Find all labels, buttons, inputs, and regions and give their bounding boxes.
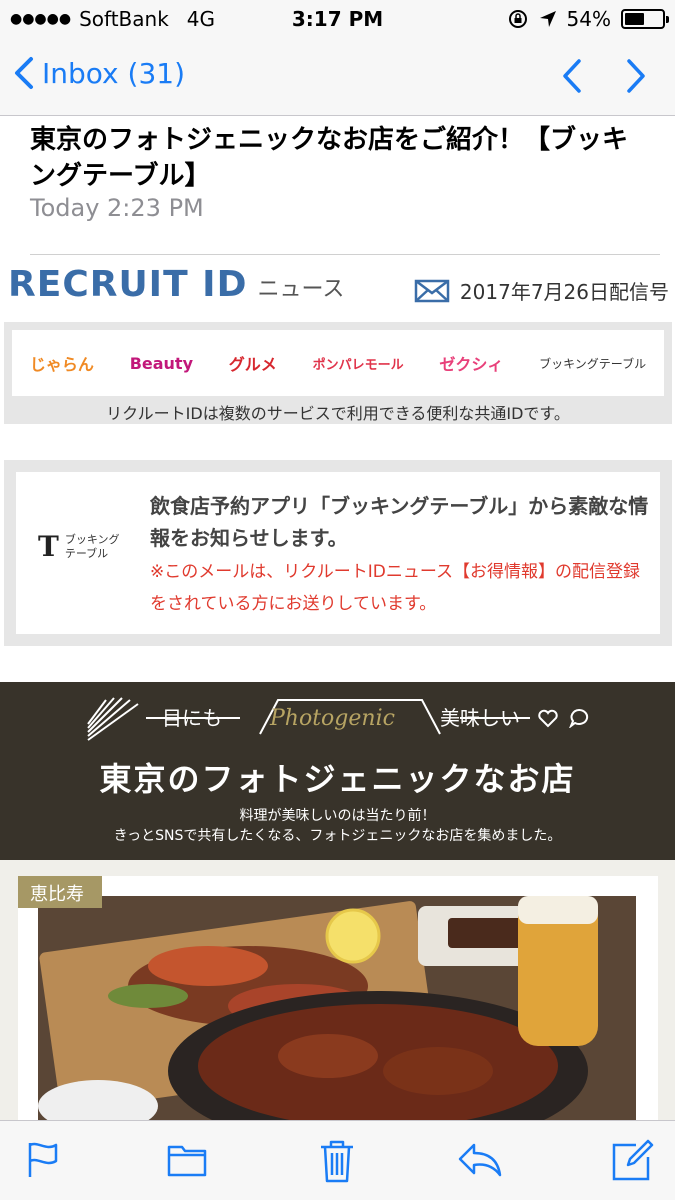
service-ponpare[interactable]: ポンパレモール xyxy=(313,354,404,373)
header-divider xyxy=(30,254,660,255)
service-beauty[interactable]: Beauty xyxy=(130,354,193,373)
food-photo-illustration xyxy=(38,896,636,1120)
banner-photogenic: Photogenic xyxy=(270,706,395,731)
recruit-id-logo[interactable]: RECRUIT ID ニュース xyxy=(8,264,344,305)
status-bar: ●●●●● SoftBank 4G 3:17 PM 54% xyxy=(0,0,675,40)
service-gourmet[interactable]: グルメ xyxy=(229,351,277,375)
intro-note: ※このメールは、リクルートIDニュース【お得情報】の配信登録をされている方にお送… xyxy=(150,562,640,614)
brand-name: RECRUIT ID xyxy=(8,264,248,305)
back-to-inbox-button[interactable]: Inbox (31) xyxy=(14,56,185,90)
banner-title: 東京のフォトジェニックなお店 xyxy=(99,760,576,798)
intro-panel: T ブッキング テーブル 飲食店予約アプリ「ブッキングテーブル」から素敵な情報を… xyxy=(4,460,672,646)
email-subject: 東京のフォトジェニックなお店をご紹介！【ブッキングテーブル】 xyxy=(30,125,629,191)
folder-icon[interactable] xyxy=(166,1139,208,1179)
nav-bar: Inbox (31) xyxy=(0,40,675,116)
booking-table-logo: T ブッキング テーブル xyxy=(38,530,120,563)
message-body[interactable]: 東京のフォトジェニックなお店をご紹介！【ブッキングテーブル】 Today 2:2… xyxy=(0,116,675,1120)
logo-text-line1: ブッキング xyxy=(64,532,120,546)
email-date: Today 2:23 PM xyxy=(30,194,204,222)
booking-table-mark: T xyxy=(38,530,59,563)
banner-sub-line1: 料理が美味しいのは当たり前！ xyxy=(239,808,436,824)
services-panel: じゃらん Beauty グルメ ポンパレモール ゼクシィ ブッキングテーブル リ… xyxy=(4,322,672,424)
issue-date: 2017年7月26日配信号 xyxy=(459,280,669,304)
restaurant-card-area: 恵比寿 xyxy=(0,860,675,1120)
back-label: Inbox (31) xyxy=(42,56,185,90)
intro-main-text: 飲食店予約アプリ「ブッキングテーブル」から素敵な情報をお知らせします。 xyxy=(150,494,649,550)
service-zexy[interactable]: ゼクシィ xyxy=(439,351,503,375)
service-jalan[interactable]: じゃらん xyxy=(30,351,94,375)
lock-rotation-icon xyxy=(508,10,527,28)
area-badge: 恵比寿 xyxy=(18,876,102,908)
battery-fill xyxy=(625,13,645,25)
issue-info: 2017年7月26日配信号 xyxy=(414,276,669,305)
photogenic-banner[interactable]: 目にも Photogenic 美味しい 東京のフォトジェニックなお店 料理が美味… xyxy=(0,682,675,860)
speech-bubble-icon xyxy=(569,708,589,728)
banner-left-word: 目にも xyxy=(162,706,222,730)
logo-text-line2: テーブル xyxy=(64,546,109,560)
next-message-icon[interactable] xyxy=(625,58,647,94)
battery-icon xyxy=(621,9,669,29)
mail-icon xyxy=(414,279,450,302)
bottom-toolbar xyxy=(0,1120,675,1200)
service-booking-table[interactable]: ブッキングテーブル xyxy=(539,355,646,372)
banner-right-word: 美味しい xyxy=(440,706,520,730)
restaurant-photo[interactable] xyxy=(38,896,636,1120)
banner-subtitle: 料理が美味しいのは当たり前！ きっとSNSで共有したくなる、フォトジェニックなお… xyxy=(0,806,675,846)
brand-suffix: ニュース xyxy=(257,277,345,302)
trash-icon[interactable] xyxy=(318,1139,356,1183)
banner-sub-line2: きっとSNSで共有したくなる、フォトジェニックなお店を集めました。 xyxy=(113,828,562,844)
compose-icon[interactable] xyxy=(610,1139,654,1183)
prev-message-icon[interactable] xyxy=(561,58,583,94)
heart-icon xyxy=(538,709,558,728)
reply-icon[interactable] xyxy=(456,1139,504,1179)
battery-percent: 54% xyxy=(566,7,611,31)
location-icon xyxy=(539,11,556,27)
services-note: リクルートIDは複数のサービスで利用できる便利な共通IDです。 xyxy=(106,404,570,423)
back-chevron-icon xyxy=(15,57,33,89)
flag-icon[interactable] xyxy=(24,1139,60,1179)
